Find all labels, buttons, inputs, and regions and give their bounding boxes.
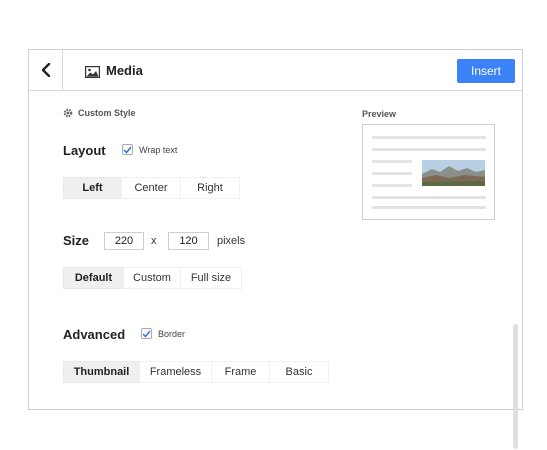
- preview-text-line: [372, 206, 486, 209]
- gear-icon: [63, 108, 73, 118]
- layout-right-option[interactable]: Right: [180, 177, 240, 199]
- size-unit: pixels: [217, 235, 246, 247]
- advanced-label: Advanced: [63, 327, 126, 342]
- custom-style-label: Custom Style: [78, 108, 136, 118]
- size-default-option[interactable]: Default: [63, 267, 123, 289]
- border-option[interactable]: Border: [141, 328, 185, 339]
- layout-label: Layout: [63, 143, 106, 158]
- preview-box: [362, 124, 495, 220]
- preview-text-line: [372, 172, 412, 175]
- preview-text-line: [372, 148, 486, 151]
- preview-text-line: [372, 136, 486, 139]
- media-dialog: Media Insert Custom Style Layout Wrap te…: [28, 49, 523, 449]
- advanced-frameless-option[interactable]: Frameless: [139, 361, 211, 383]
- size-separator: x: [151, 235, 157, 247]
- preview-text-line: [372, 160, 412, 163]
- scrollbar[interactable]: [513, 324, 518, 449]
- border-label: Border: [158, 328, 186, 339]
- preview-image: [422, 160, 485, 186]
- border-checkbox[interactable]: [141, 328, 152, 339]
- advanced-frame-option[interactable]: Frame: [211, 361, 269, 383]
- checkmark-icon: [142, 330, 151, 338]
- layout-left-option[interactable]: Left: [63, 177, 121, 199]
- preview-label: Preview: [362, 109, 397, 119]
- image-icon: [85, 66, 100, 78]
- wrap-text-label: Wrap text: [139, 144, 178, 155]
- size-preset-segmented: Default Custom Full size: [63, 267, 242, 289]
- back-button[interactable]: [29, 50, 63, 90]
- dialog-header: Media Insert: [29, 50, 522, 91]
- size-label: Size: [63, 233, 90, 248]
- advanced-thumbnail-option[interactable]: Thumbnail: [63, 361, 139, 383]
- preview-text-line: [372, 196, 486, 199]
- width-input[interactable]: 220: [104, 232, 144, 250]
- checkmark-icon: [123, 146, 132, 154]
- custom-style-heading: Custom Style: [63, 108, 136, 118]
- dialog-title: Media: [106, 63, 143, 78]
- advanced-style-segmented: Thumbnail Frameless Frame Basic: [63, 361, 329, 383]
- layout-alignment-segmented: Left Center Right: [63, 177, 240, 199]
- wrap-text-option[interactable]: Wrap text: [122, 144, 177, 155]
- insert-button[interactable]: Insert: [457, 59, 515, 83]
- size-full-option[interactable]: Full size: [180, 267, 242, 289]
- layout-center-option[interactable]: Center: [121, 177, 180, 199]
- advanced-basic-option[interactable]: Basic: [269, 361, 329, 383]
- height-input[interactable]: 120: [168, 232, 209, 250]
- size-custom-option[interactable]: Custom: [123, 267, 180, 289]
- preview-text-line: [372, 184, 412, 187]
- wrap-text-checkbox[interactable]: [122, 144, 133, 155]
- chevron-left-icon: [41, 63, 50, 77]
- dialog-content: Custom Style Layout Wrap text Left Cente…: [29, 91, 522, 449]
